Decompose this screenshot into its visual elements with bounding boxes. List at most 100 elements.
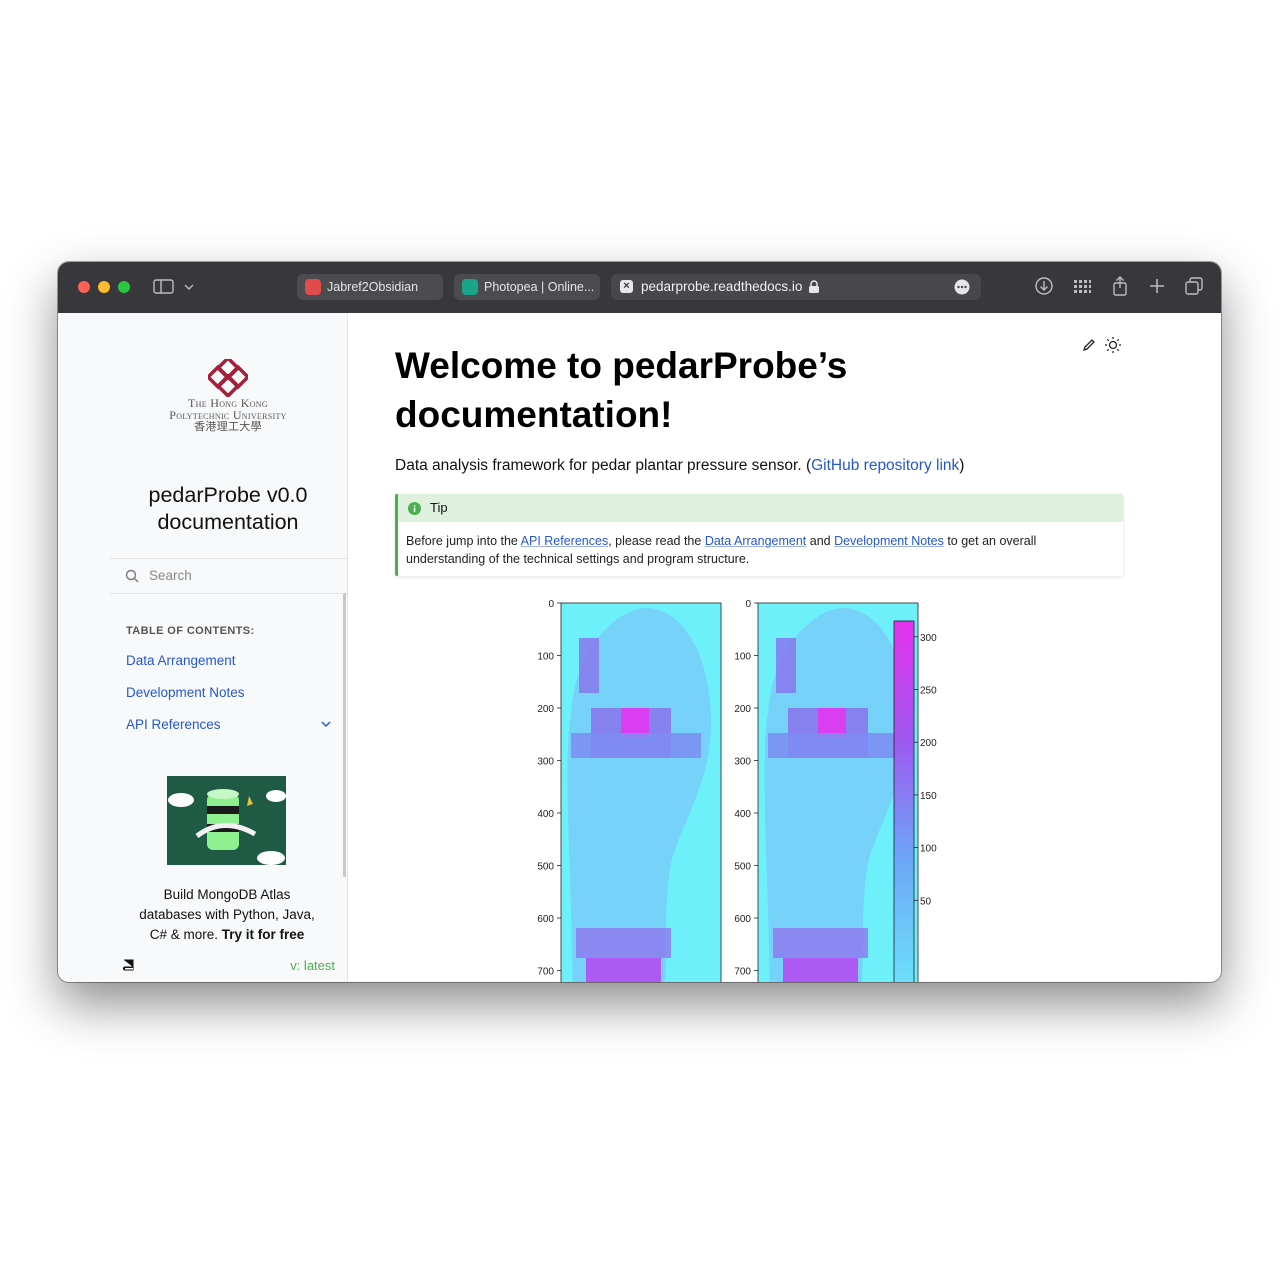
ad-text[interactable]: Build MongoDB Atlas databases with Pytho…	[58, 885, 396, 945]
info-icon	[408, 502, 421, 515]
y-tick-label: 200	[537, 704, 554, 715]
search-input[interactable]: Search	[149, 568, 192, 583]
heel-peak-area	[783, 958, 858, 982]
y-tick-label: 100	[537, 652, 554, 663]
browser-window: Jabref2Obsidian Photopea | Online... × p…	[58, 262, 1221, 982]
colorbar-tick-label: 300	[920, 633, 937, 644]
address-bar[interactable]: × pedarprobe.readthedocs.io	[611, 274, 981, 300]
toc-item-data-arrangement[interactable]: Data Arrangement	[126, 653, 236, 668]
tip-title: Tip	[430, 500, 448, 515]
toc-item-api-references[interactable]: API References	[126, 717, 221, 732]
api-references-link[interactable]: API References	[521, 534, 609, 548]
toe-pressure-area	[776, 638, 796, 693]
tab-jabref2obsidian[interactable]: Jabref2Obsidian	[297, 274, 443, 300]
search-box[interactable]: Search	[110, 558, 347, 594]
colorbar-tick-label: 200	[920, 738, 937, 749]
tab-label: Jabref2Obsidian	[327, 280, 419, 294]
tab-photopea[interactable]: Photopea | Online...	[454, 274, 600, 300]
intro-paragraph: Data analysis framework for pedar planta…	[395, 457, 964, 475]
heel-peak-area	[586, 958, 661, 982]
tip-admonition: Tip Before jump into the API References,…	[395, 494, 1123, 576]
pressure-heatmap-figure: 0 100 200 300 400 500 600 700 0 100 200 300 400 500 60…	[537, 599, 937, 982]
heatmap-panel-1: 0 100 200 300 400 500 600 700	[537, 599, 722, 982]
ad-text-line3: C# & more.	[149, 927, 218, 942]
rtd-favicon-icon: ×	[620, 280, 633, 293]
tip-text-2: , please read the	[608, 534, 705, 548]
heel-pressure-band	[773, 928, 868, 958]
toc-heading: TABLE OF CONTENTS:	[126, 625, 255, 637]
book-icon[interactable]	[122, 958, 136, 972]
sidebar-toggle-icon[interactable]	[153, 279, 175, 295]
polyu-logo-icon[interactable]	[208, 359, 248, 397]
page-title-line1: Welcome to pedarProbe’s	[395, 345, 848, 386]
y-tick-label: 400	[734, 809, 751, 820]
more-options-icon[interactable]	[954, 279, 970, 295]
y-tick-label: 500	[537, 862, 554, 873]
heel-pressure-band	[576, 928, 671, 958]
page-title: Welcome to pedarProbe’s documentation!	[395, 341, 847, 439]
y-tick-label: 600	[537, 914, 554, 925]
photopea-favicon-icon	[462, 279, 478, 295]
tab-label: Photopea | Online...	[484, 280, 595, 294]
lock-icon	[809, 280, 819, 293]
y-tick-label: 300	[537, 757, 554, 768]
y-tick-label: 700	[537, 967, 554, 978]
tip-text-4: to get an overall	[943, 534, 1037, 548]
project-title-line2: documentation	[157, 510, 299, 534]
page-title-line2: documentation!	[395, 394, 673, 435]
ad-text-line2: databases with Python, Java,	[139, 907, 315, 922]
heatmap-panel-2: 0 100 200 300 400 500 600 700	[734, 599, 919, 982]
chevron-down-icon[interactable]	[184, 283, 194, 291]
downloads-icon[interactable]	[1034, 276, 1054, 296]
intro-close: )	[959, 457, 965, 474]
expand-chevron-icon[interactable]	[321, 720, 331, 728]
zoom-window-button[interactable]	[118, 281, 130, 293]
data-arrangement-link[interactable]: Data Arrangement	[705, 534, 806, 548]
y-tick-label: 200	[734, 704, 751, 715]
project-title-line1: pedarProbe v0.0	[148, 483, 308, 507]
sidebar-scrollbar[interactable]	[343, 593, 346, 877]
y-tick-label: 500	[734, 862, 751, 873]
metatarsal-pressure-band	[571, 733, 701, 758]
y-tick-label: 400	[537, 809, 554, 820]
tip-header: Tip	[398, 494, 1123, 522]
address-text: pedarprobe.readthedocs.io	[641, 279, 803, 294]
github-repository-link[interactable]: GitHub repository link	[811, 457, 959, 474]
logo-text-line3: 香港理工大學	[194, 421, 262, 433]
mongodb-ad-image[interactable]	[167, 776, 286, 865]
new-tab-icon[interactable]	[1147, 276, 1167, 296]
edit-pencil-icon[interactable]	[1082, 338, 1096, 352]
version-badge[interactable]: v: latest	[290, 958, 335, 973]
y-tick-label: 100	[734, 652, 751, 663]
toe-pressure-area	[579, 638, 599, 693]
y-tick-label: 300	[734, 757, 751, 768]
y-tick-label: 0	[548, 599, 554, 610]
colorbar-tick-label: 150	[920, 791, 937, 802]
ad-text-line1: Build MongoDB Atlas	[163, 887, 291, 902]
toc-item-development-notes[interactable]: Development Notes	[126, 685, 245, 700]
y-tick-label: 0	[745, 599, 751, 610]
logo-text-line2: Polytechnic University	[169, 408, 287, 422]
colorbar	[893, 620, 915, 982]
tip-body: Before jump into the API References, ple…	[398, 522, 1123, 568]
y-tick-label: 600	[734, 914, 751, 925]
share-icon[interactable]	[1110, 275, 1130, 297]
tip-text-1: Before jump into the	[406, 534, 521, 548]
colorbar-tick-label: 100	[920, 844, 937, 855]
metatarsal-pressure-band	[768, 733, 898, 758]
minimize-window-button[interactable]	[98, 281, 110, 293]
intro-text: Data analysis framework for pedar planta…	[395, 457, 812, 474]
colorbar-tick-label: 50	[920, 896, 932, 907]
ad-cta[interactable]: Try it for free	[222, 927, 305, 942]
tab-overview-icon[interactable]	[1184, 276, 1204, 296]
development-notes-link[interactable]: Development Notes	[834, 534, 944, 548]
project-title[interactable]: pedarProbe v0.0 documentation	[58, 482, 398, 536]
y-tick-label: 700	[734, 967, 751, 978]
apps-grid-icon[interactable]	[1072, 276, 1092, 296]
tip-text-line2: understanding of the technical settings …	[406, 552, 750, 566]
tip-text-3: and	[806, 534, 835, 548]
theme-toggle-sun-icon[interactable]	[1104, 336, 1122, 354]
jabref-favicon-icon	[305, 279, 321, 295]
close-window-button[interactable]	[78, 281, 90, 293]
search-icon	[125, 569, 139, 583]
